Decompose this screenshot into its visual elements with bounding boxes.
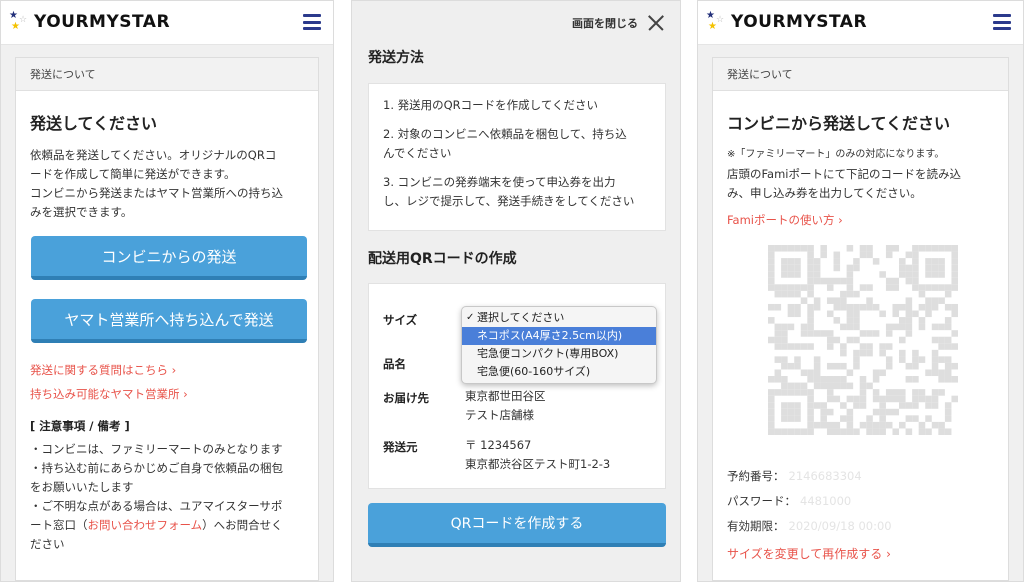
logo[interactable]: ★ ☆ ★ YOURMYSTAR: [706, 11, 867, 33]
hamburger-menu-icon[interactable]: [993, 14, 1011, 30]
close-icon[interactable]: [648, 15, 664, 31]
qr-code-image: [768, 245, 958, 435]
card-header: 発送について: [16, 58, 318, 91]
convenience-card: 発送について コンビニから発送してください ※「ファミリーマート」のみの対応にな…: [712, 57, 1009, 581]
check-icon: ✓: [466, 312, 475, 323]
destination-label: お届け先: [383, 391, 429, 405]
sender-label: 発送元: [383, 440, 418, 454]
card-header: 発送について: [713, 58, 1008, 91]
qr-form: サイズ 品名 お届け先 東京都世田谷区 テスト店舗様 発送元 〒 1234567 東…: [368, 283, 666, 489]
yamato-dropoff-button[interactable]: ヤマト営業所へ持ち込んで発送: [31, 299, 307, 343]
step-3: 3. コンビニの発券端末を使って申込券を出力 し、レジで提示して、発送手続きをして…: [383, 175, 635, 208]
screen-create-qr: 画面を閉じる 発送方法 1. 発送用のQRコードを作成してください 2. 対象の…: [351, 0, 681, 582]
step-1: 1. 発送用のQRコードを作成してください: [383, 98, 598, 112]
remake-with-new-size-link[interactable]: サイズを変更して再作成する ›: [727, 545, 891, 562]
password: パスワード： 4481000: [727, 494, 852, 508]
description: 店頭のFamiポートにて下記のコードを読み込 み、申し込み券を出力してください。: [727, 167, 962, 200]
step-2: 2. 対象のコンビニへ依頼品を梱包して、持ち込 んでください: [383, 127, 627, 160]
logo-text: YOURMYSTAR: [731, 12, 868, 32]
famiport-howto-link[interactable]: Famiポートの使い方 ›: [727, 212, 994, 228]
qr-section-title: 配送用QRコードの作成: [368, 251, 517, 267]
logo[interactable]: ★ ☆ ★ YOURMYSTAR: [9, 11, 170, 33]
size-option-selected[interactable]: ネコポス(A4厚さ2.5cm以内): [462, 327, 656, 345]
size-label: サイズ: [383, 313, 418, 327]
star-logo-icon: ★ ☆ ★: [706, 10, 725, 32]
yamato-offices-link[interactable]: 持ち込み可能なヤマト営業所 ›: [30, 386, 304, 402]
shipping-method-title: 発送方法: [368, 50, 424, 66]
close-label: 画面を閉じる: [572, 17, 638, 30]
notes-list: ・コンビニは、ファミリーマートのみとなります ・持ち込む前にあらかじめご自身で依…: [30, 442, 283, 551]
logo-text: YOURMYSTAR: [34, 12, 171, 32]
size-option[interactable]: ✓ 選択してください: [462, 309, 656, 327]
destination-value: 東京都世田谷区 テスト店舗様: [465, 389, 546, 422]
create-qr-button[interactable]: QRコードを作成する: [368, 503, 666, 547]
page-title: 発送してください: [30, 114, 158, 133]
star-logo-icon: ★ ☆ ★: [9, 10, 28, 32]
close-screen-button[interactable]: 画面を閉じる: [572, 15, 664, 31]
notes-title: [ 注意事項 / 備考 ]: [30, 419, 130, 433]
size-option[interactable]: 宅急便コンパクト(専用BOX): [462, 345, 656, 363]
size-option[interactable]: 宅急便(60-160サイズ): [462, 363, 656, 381]
faq-link[interactable]: 発送に関する質問はこちら ›: [30, 362, 304, 378]
sender-value: 〒 1234567 東京都渋谷区テスト町1-2-3: [465, 438, 611, 471]
header: ★ ☆ ★ YOURMYSTAR: [698, 1, 1023, 45]
page-title: コンビニから発送してください: [727, 114, 951, 133]
convenience-store-button[interactable]: コンビニからの発送: [31, 236, 307, 280]
contact-form-link[interactable]: お問い合わせフォーム: [88, 518, 203, 532]
expiry-date: 有効期限： 2020/09/18 00:00: [727, 519, 892, 533]
screen-convenience-qr: ★ ☆ ★ YOURMYSTAR 発送について コンビニから発送してください ※「フ…: [697, 0, 1024, 582]
reservation-number: 予約番号： 2146683304: [727, 469, 862, 483]
shipping-card: 発送について 発送してください 依頼品を発送してください。オリジナルのQRコ ー…: [15, 57, 319, 581]
description: 依頼品を発送してください。オリジナルのQRコ ードを作成して簡単に発送ができます…: [30, 148, 283, 219]
item-label: 品名: [383, 357, 406, 371]
hamburger-menu-icon[interactable]: [303, 14, 321, 30]
screen-shipping-options: ★ ☆ ★ YOURMYSTAR 発送について 発送してください 依頼品を発送してく…: [0, 0, 334, 582]
familymart-note: ※「ファミリーマート」のみの対応になります。: [727, 149, 945, 160]
size-select-dropdown[interactable]: ✓ 選択してください ネコポス(A4厚さ2.5cm以内) 宅急便コンパクト(専用B…: [461, 306, 657, 384]
steps-box: 1. 発送用のQRコードを作成してください 2. 対象のコンビニへ依頼品を梱包し…: [368, 83, 666, 231]
header: ★ ☆ ★ YOURMYSTAR: [1, 1, 333, 45]
